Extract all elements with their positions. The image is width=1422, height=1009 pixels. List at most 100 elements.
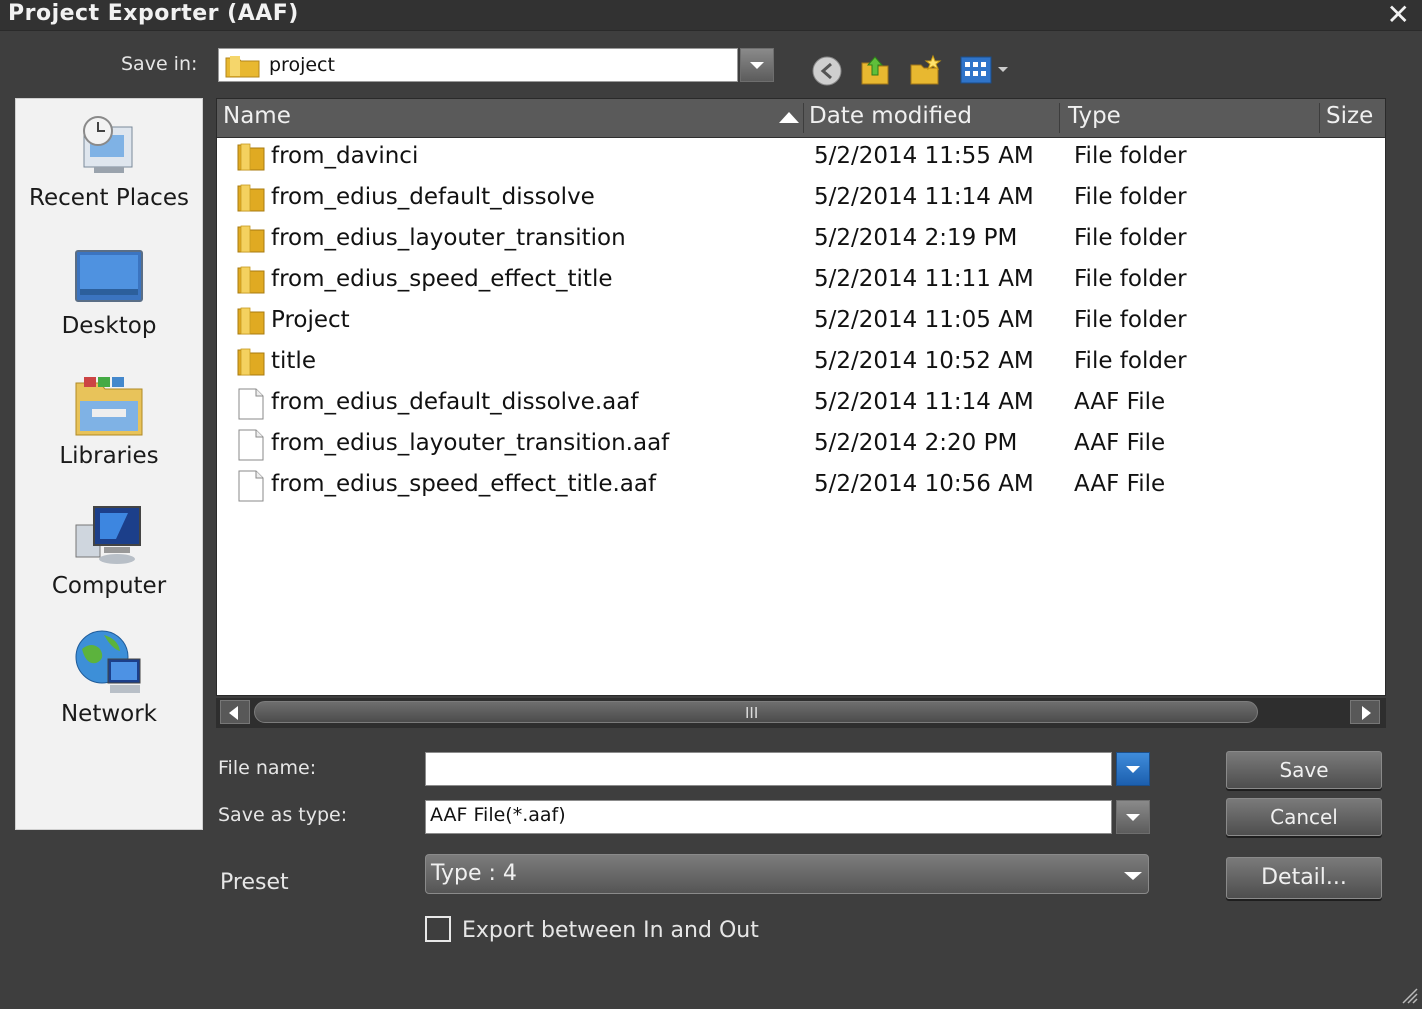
save-as-type-label: Save as type: [218,804,348,826]
file-row[interactable]: from_edius_layouter_transition.aaf 5/2/20… [217,425,1385,466]
file-name: from_davinci [271,143,419,169]
place-label: Network [60,701,158,727]
file-type: AAF File [1074,471,1166,497]
file-name: from_edius_layouter_transition [271,225,626,251]
file-date-modified: 5/2/2014 11:05 AM [814,307,1034,333]
column-date-modified[interactable]: Date modified [809,103,972,129]
column-divider[interactable] [1319,103,1320,133]
file-date-modified: 5/2/2014 11:14 AM [814,389,1034,415]
file-date-modified: 5/2/2014 11:11 AM [814,266,1034,292]
title-bar: Project Exporter (AAF) ✕ [0,0,1422,31]
file-date-modified: 5/2/2014 11:14 AM [814,184,1034,210]
file-date-modified: 5/2/2014 2:20 PM [814,430,1018,456]
save-in-dropdown-button[interactable] [740,48,774,82]
save-as-type-combobox[interactable]: AAF File(*.aaf) [425,800,1112,834]
file-icon [237,429,265,465]
file-type: File folder [1074,225,1187,251]
detail-button[interactable]: Detail... [1226,857,1382,899]
file-name: from_edius_speed_effect_title.aaf [271,471,657,497]
preset-value: Type : 4 [431,861,517,886]
places-bar: Recent Places Desktop Libraries Computer… [15,98,203,830]
file-row[interactable]: from_edius_default_dissolve.aaf 5/2/2014 … [217,384,1385,425]
column-divider[interactable] [803,103,804,133]
view-menu-icon[interactable] [960,55,1014,87]
folder-icon [237,142,265,176]
preset-label: Preset [220,870,289,895]
file-name-label: File name: [218,757,317,779]
file-date-modified: 5/2/2014 2:19 PM [814,225,1018,251]
folder-icon [237,183,265,217]
up-folder-icon[interactable] [859,53,891,85]
file-row[interactable]: Project 5/2/2014 11:05 AM File folder [217,302,1385,343]
file-name: from_edius_speed_effect_title [271,266,613,292]
folder-icon [237,306,265,340]
sort-ascending-icon [779,112,799,123]
place-label: Libraries [59,443,159,469]
folder-icon [237,347,265,381]
save-in-label: Save in: [121,53,198,75]
column-header: Name Date modified Type Size [217,99,1385,138]
file-name-dropdown-button[interactable] [1116,752,1150,786]
file-type: AAF File [1074,389,1166,415]
file-name: from_edius_layouter_transition.aaf [271,430,670,456]
column-type[interactable]: Type [1068,103,1121,129]
file-date-modified: 5/2/2014 11:55 AM [814,143,1034,169]
file-type: File folder [1074,184,1187,210]
cancel-button[interactable]: Cancel [1226,798,1382,836]
file-type: File folder [1074,266,1187,292]
save-button[interactable]: Save [1226,751,1382,789]
file-name: title [271,348,316,374]
scroll-grip: III [745,704,759,722]
recent-places-icon [74,113,144,183]
file-name: from_edius_default_dissolve.aaf [271,389,639,415]
file-row[interactable]: title 5/2/2014 10:52 AM File folder [217,343,1385,384]
file-type: File folder [1074,348,1187,374]
place-label: Desktop [61,313,157,339]
file-row[interactable]: from_edius_speed_effect_title.aaf 5/2/201… [217,466,1385,507]
save-in-combobox[interactable]: project [218,48,738,82]
preset-dropdown[interactable]: Type : 4 [425,854,1149,894]
file-row[interactable]: from_edius_speed_effect_title 5/2/2014 11… [217,261,1385,302]
folder-icon [237,224,265,258]
place-label: Computer [51,573,167,599]
file-icon [237,470,265,506]
save-in-value: project [269,54,335,76]
back-icon[interactable] [811,55,843,87]
scroll-left-button[interactable] [220,700,250,724]
libraries-icon [74,375,144,445]
file-type: File folder [1074,143,1187,169]
close-button[interactable]: ✕ [1387,0,1410,31]
resize-grip-icon[interactable] [1398,984,1418,1004]
save-as-type-value: AAF File(*.aaf) [430,804,566,826]
file-type: File folder [1074,307,1187,333]
column-divider[interactable] [1059,103,1060,133]
file-list[interactable]: Name Date modified Type Size from_davinc… [216,98,1386,696]
place-label: Recent Places [29,185,189,211]
window-title: Project Exporter (AAF) [8,1,299,26]
file-row[interactable]: from_edius_layouter_transition 5/2/2014 2… [217,220,1385,261]
file-name: Project [271,307,350,333]
new-folder-icon[interactable] [909,53,942,85]
export-between-label: Export between In and Out [462,918,759,943]
file-date-modified: 5/2/2014 10:52 AM [814,348,1034,374]
folder-icon [237,265,265,299]
save-as-type-dropdown-button[interactable] [1116,800,1150,834]
column-name[interactable]: Name [223,103,291,129]
export-between-checkbox[interactable] [425,916,451,942]
horizontal-scrollbar[interactable]: III [216,698,1386,728]
file-name: from_edius_default_dissolve [271,184,595,210]
file-row[interactable]: from_davinci 5/2/2014 11:55 AM File folder [217,138,1385,179]
chevron-down-icon [1124,872,1142,880]
computer-icon [74,505,144,575]
scroll-right-button[interactable] [1350,700,1380,724]
scroll-thumb[interactable]: III [254,701,1258,723]
file-row[interactable]: from_edius_default_dissolve 5/2/2014 11:1… [217,179,1385,220]
desktop-icon [74,247,144,317]
column-size[interactable]: Size [1326,103,1373,129]
file-name-input[interactable] [425,752,1112,786]
network-icon [74,629,144,699]
file-type: AAF File [1074,430,1166,456]
folder-icon [225,54,261,82]
file-icon [237,388,265,424]
file-date-modified: 5/2/2014 10:56 AM [814,471,1034,497]
